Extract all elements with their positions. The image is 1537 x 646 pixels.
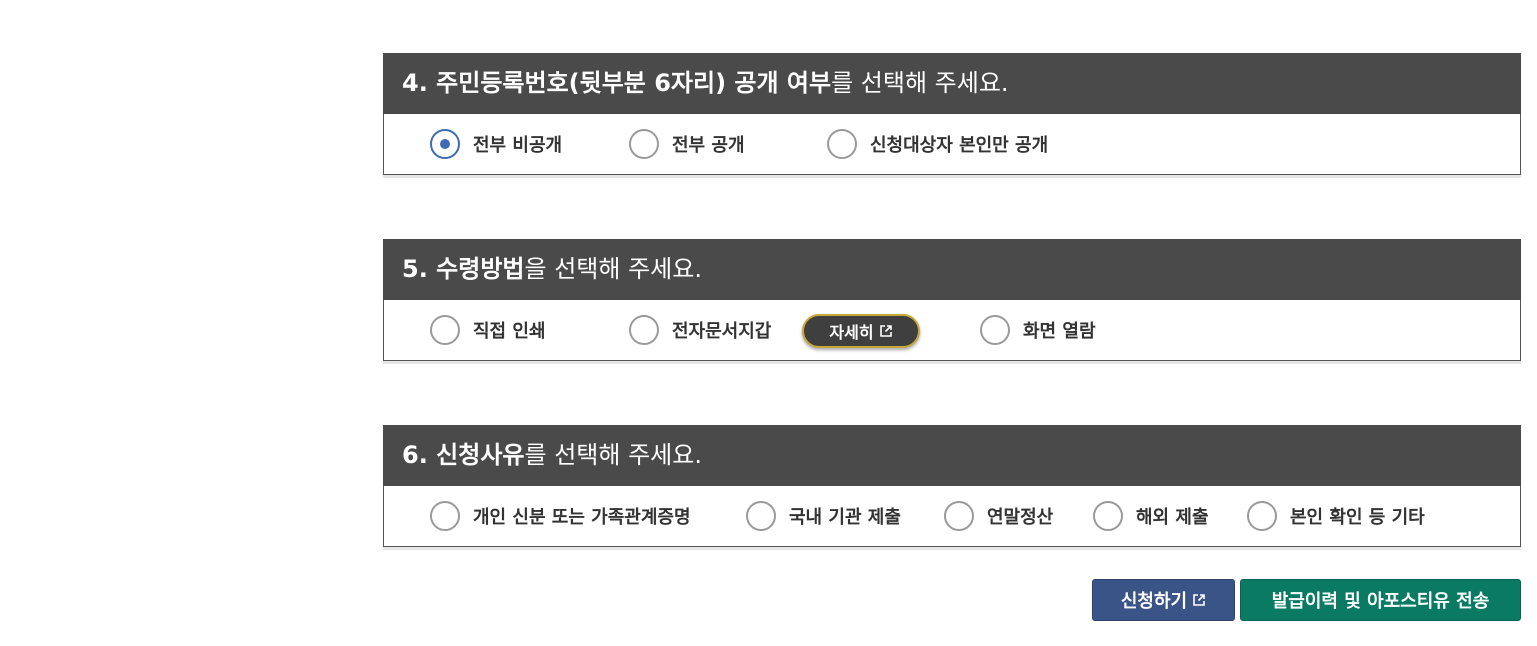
section-divider <box>383 361 1521 364</box>
radio-option-domestic-agency[interactable]: 국내 기관 제출 <box>746 498 901 534</box>
section-title-bold: 5. 수령방법 <box>402 255 525 283</box>
section-title-rest: 을 선택해 주세요. <box>524 255 702 283</box>
detail-button-label: 자세히 <box>829 323 874 342</box>
radio-option-e-wallet[interactable]: 전자문서지갑 <box>629 312 771 348</box>
detail-button[interactable]: 자세히 <box>802 314 920 348</box>
section-header: 4. 주민등록번호(뒷부분 6자리) 공개 여부를 선택해 주세요. <box>383 53 1521 114</box>
radio-option-screen-view[interactable]: 화면 열람 <box>980 312 1096 348</box>
section-divider <box>383 547 1521 550</box>
radio-label: 개인 신분 또는 가족관계증명 <box>473 507 691 528</box>
external-link-icon <box>879 325 892 337</box>
radio-option-direct-print[interactable]: 직접 인쇄 <box>430 312 546 348</box>
radio-option-other[interactable]: 본인 확인 등 기타 <box>1247 498 1425 534</box>
radio-unchecked-icon[interactable] <box>944 501 974 531</box>
radio-label: 연말정산 <box>987 507 1054 528</box>
radio-label: 전부 비공개 <box>473 135 563 156</box>
radio-label: 전자문서지갑 <box>672 321 772 342</box>
radio-label: 신청대상자 본인만 공개 <box>870 135 1049 156</box>
section-receive-method: 5. 수령방법을 선택해 주세요. 직접 인쇄 전자문서지갑 자세히 화면 열람 <box>383 239 1521 364</box>
radio-unchecked-icon[interactable] <box>827 129 857 159</box>
radio-unchecked-icon[interactable] <box>629 129 659 159</box>
radio-option-all-private[interactable]: 전부 비공개 <box>430 126 562 162</box>
section-divider <box>383 175 1521 178</box>
radio-label: 전부 공개 <box>672 135 745 156</box>
history-button-label: 발급이력 및 아포스티유 전송 <box>1271 591 1490 612</box>
section-title-bold: 6. 신청사유 <box>402 441 525 469</box>
section-id-disclosure: 4. 주민등록번호(뒷부분 6자리) 공개 여부를 선택해 주세요. 전부 비공… <box>383 53 1521 178</box>
radio-label: 국내 기관 제출 <box>789 507 901 528</box>
radio-option-family-relation[interactable]: 개인 신분 또는 가족관계증명 <box>430 498 691 534</box>
radio-label: 해외 제출 <box>1136 507 1209 528</box>
radio-unchecked-icon[interactable] <box>430 501 460 531</box>
radio-option-year-end-tax[interactable]: 연말정산 <box>944 498 1053 534</box>
radio-unchecked-icon[interactable] <box>1247 501 1277 531</box>
radio-option-overseas[interactable]: 해외 제출 <box>1093 498 1209 534</box>
radio-label: 직접 인쇄 <box>473 321 546 342</box>
section-title-rest: 를 선택해 주세요. <box>831 69 1009 97</box>
page: 4. 주민등록번호(뒷부분 6자리) 공개 여부를 선택해 주세요. 전부 비공… <box>0 0 1537 646</box>
section-header: 6. 신청사유를 선택해 주세요. <box>383 425 1521 486</box>
section-title-rest: 를 선택해 주세요. <box>524 441 702 469</box>
issue-history-apostille-button[interactable]: 발급이력 및 아포스티유 전송 <box>1240 579 1521 621</box>
radio-unchecked-icon[interactable] <box>430 315 460 345</box>
radio-group-receive-method: 직접 인쇄 전자문서지갑 자세히 화면 열람 <box>383 300 1521 361</box>
radio-unchecked-icon[interactable] <box>980 315 1010 345</box>
radio-unchecked-icon[interactable] <box>1093 501 1123 531</box>
radio-group-id-disclosure: 전부 비공개 전부 공개 신청대상자 본인만 공개 <box>383 114 1521 175</box>
radio-unchecked-icon[interactable] <box>746 501 776 531</box>
radio-label: 화면 열람 <box>1023 321 1096 342</box>
section-header: 5. 수령방법을 선택해 주세요. <box>383 239 1521 300</box>
radio-option-self-only-public[interactable]: 신청대상자 본인만 공개 <box>827 126 1048 162</box>
apply-button[interactable]: 신청하기 <box>1092 579 1235 621</box>
radio-unchecked-icon[interactable] <box>629 315 659 345</box>
section-apply-reason: 6. 신청사유를 선택해 주세요. 개인 신분 또는 가족관계증명 국내 기관 … <box>383 425 1521 550</box>
radio-option-all-public[interactable]: 전부 공개 <box>629 126 745 162</box>
radio-checked-icon[interactable] <box>430 129 460 159</box>
apply-button-label: 신청하기 <box>1120 591 1188 612</box>
section-title-bold: 4. 주민등록번호(뒷부분 6자리) 공개 여부 <box>402 69 832 97</box>
radio-group-apply-reason: 개인 신분 또는 가족관계증명 국내 기관 제출 연말정산 해외 제출 본인 확… <box>383 486 1521 547</box>
radio-label: 본인 확인 등 기타 <box>1290 507 1425 528</box>
external-link-icon <box>1193 594 1205 606</box>
